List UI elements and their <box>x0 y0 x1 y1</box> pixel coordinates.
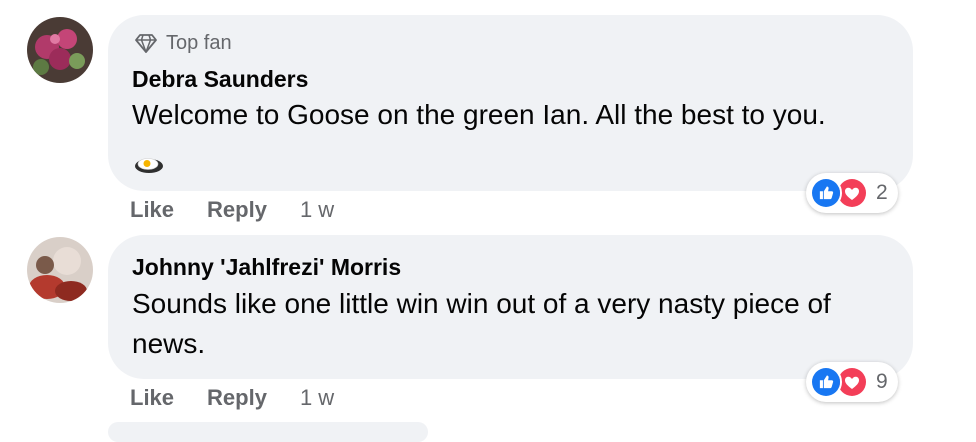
next-comment-bubble-cut <box>108 422 428 442</box>
comment-text: Sounds like one little win win out of a … <box>132 288 831 359</box>
reactions-summary[interactable]: 2 <box>806 173 898 213</box>
diamond-icon <box>135 34 157 53</box>
reaction-count: 2 <box>876 181 888 204</box>
comment-text: Welcome to Goose on the green Ian. All t… <box>132 95 852 175</box>
avatar[interactable] <box>27 17 93 83</box>
comment-text-content: Welcome to Goose on the green Ian. All t… <box>132 99 826 130</box>
avatar[interactable] <box>27 237 93 303</box>
like-button[interactable]: Like <box>130 197 174 223</box>
comment-author[interactable]: Debra Saunders <box>132 66 308 93</box>
comment-bubble: Johnny 'Jahlfrezi' Morris Sounds like on… <box>108 235 913 379</box>
like-reaction-icon <box>810 366 842 398</box>
reaction-count: 9 <box>876 370 888 393</box>
comment-actions: Like Reply 1 w <box>130 385 334 411</box>
top-fan-badge: Top fan <box>134 31 232 55</box>
reactions-summary[interactable]: 9 <box>806 362 898 402</box>
badge-label: Top fan <box>166 31 232 54</box>
comment-timestamp[interactable]: 1 w <box>300 197 334 223</box>
comment-timestamp[interactable]: 1 w <box>300 385 334 411</box>
reply-button[interactable]: Reply <box>207 197 267 223</box>
comment-author[interactable]: Johnny 'Jahlfrezi' Morris <box>132 254 401 281</box>
fried-egg-emoji-icon <box>134 146 164 173</box>
comment-bubble: Top fan Debra Saunders Welcome to Goose … <box>108 15 913 191</box>
reply-button[interactable]: Reply <box>207 385 267 411</box>
comment-actions: Like Reply 1 w <box>130 197 334 223</box>
like-button[interactable]: Like <box>130 385 174 411</box>
avatar-photo-johnny <box>27 237 93 303</box>
avatar-photo-debra <box>27 17 93 83</box>
previous-comment-actions-cut <box>170 0 340 4</box>
like-reaction-icon <box>810 177 842 209</box>
